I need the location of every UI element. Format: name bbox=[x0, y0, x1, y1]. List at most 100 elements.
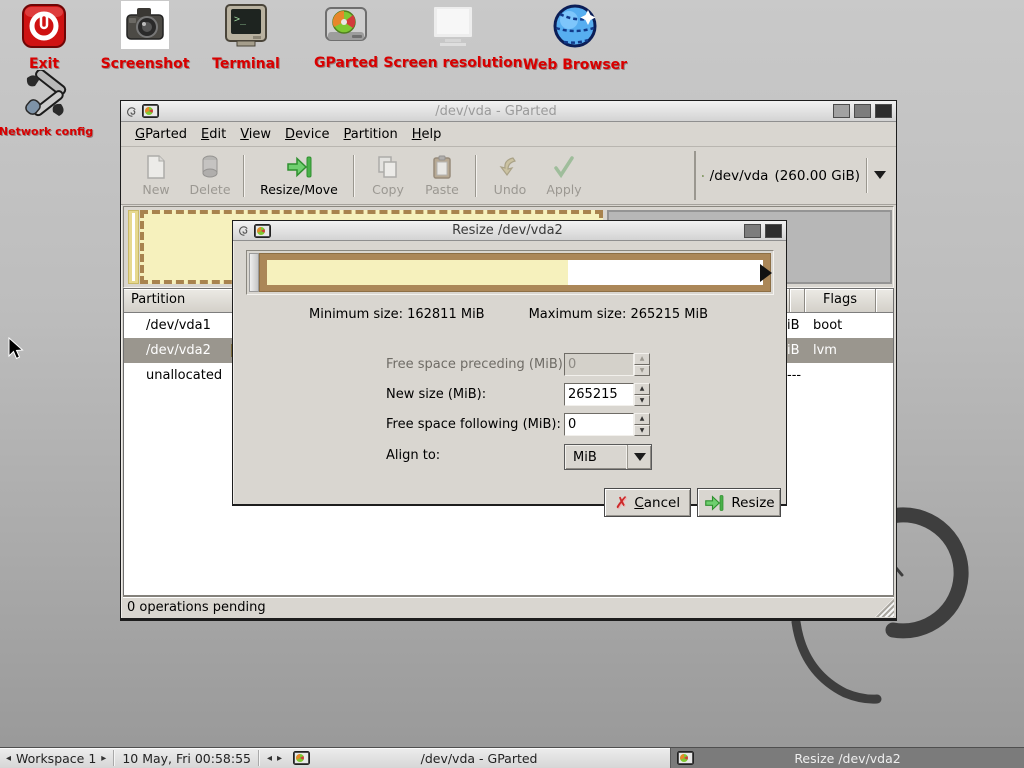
close-button[interactable] bbox=[875, 104, 892, 118]
menu-help[interactable]: Help bbox=[405, 124, 449, 145]
spin-up-icon[interactable]: ▲ bbox=[634, 413, 650, 425]
menu-gparted[interactable]: GParted bbox=[128, 124, 194, 145]
free-space-preceding-spinner: ▲ ▼ bbox=[564, 353, 650, 376]
resize-grip[interactable] bbox=[875, 598, 894, 617]
task-button-gparted[interactable]: /dev/vda - GParted bbox=[288, 748, 670, 768]
apply-button[interactable]: Apply bbox=[537, 150, 591, 202]
unused-cell-fragment: iB bbox=[787, 338, 800, 363]
maximize-button[interactable] bbox=[854, 104, 871, 118]
desktop-icon-label: Terminal bbox=[191, 56, 301, 72]
toolbar-label: Undo bbox=[494, 182, 527, 197]
spin-buttons: ▲ ▼ bbox=[634, 413, 650, 436]
desktop-icon-screen-resolution[interactable]: Screen resolution bbox=[383, 4, 523, 71]
field-row-new-size: New size (MiB): ▲ ▼ bbox=[233, 383, 786, 407]
device-disk-icon bbox=[702, 165, 704, 187]
desktop-icon-exit[interactable]: Exit bbox=[0, 3, 99, 72]
new-size-input[interactable] bbox=[564, 383, 634, 406]
device-selector[interactable]: /dev/vda (260.00 GiB) bbox=[694, 151, 892, 200]
debian-swirl-icon bbox=[237, 223, 250, 238]
exit-power-icon bbox=[21, 3, 67, 49]
dialog-body: Minimum size: 162811 MiB Maximum size: 2… bbox=[233, 241, 786, 504]
device-dropdown[interactable] bbox=[866, 158, 886, 192]
minimize-button[interactable] bbox=[833, 104, 850, 118]
column-divider[interactable] bbox=[875, 289, 876, 312]
undo-button[interactable]: Undo bbox=[483, 150, 537, 202]
globe-icon bbox=[550, 2, 600, 50]
toolbar-label: Resize/Move bbox=[260, 182, 338, 197]
desktop-icon-web-browser[interactable]: Web Browser bbox=[505, 2, 645, 73]
right-resize-handle-arrow-icon[interactable] bbox=[760, 264, 772, 282]
workspace-next-icon[interactable]: ▸ bbox=[101, 753, 106, 764]
resize-button[interactable]: Resize bbox=[697, 488, 781, 517]
menubar: GParted Edit View Device Partition Help bbox=[121, 122, 896, 147]
left-resize-handle[interactable] bbox=[249, 253, 259, 292]
toolbar-label: Paste bbox=[425, 182, 459, 197]
free-space-preceding-input bbox=[564, 353, 634, 376]
gparted-app-icon bbox=[142, 104, 159, 118]
dialog-close-button[interactable] bbox=[765, 224, 782, 238]
delete-icon bbox=[199, 154, 221, 180]
device-name: /dev/vda bbox=[710, 168, 769, 184]
toolbar-separator bbox=[475, 155, 477, 197]
camera-icon bbox=[121, 1, 169, 49]
cancel-button[interactable]: ✗ Cancel bbox=[604, 488, 691, 517]
svg-text:>_: >_ bbox=[234, 14, 247, 25]
new-button[interactable]: New bbox=[129, 150, 183, 202]
header-partition[interactable]: Partition bbox=[131, 292, 185, 307]
desktop-icon-terminal[interactable]: >_ Terminal bbox=[191, 3, 301, 72]
desktop-icon-network-config[interactable]: Network config bbox=[0, 70, 101, 138]
column-divider[interactable] bbox=[789, 289, 790, 312]
header-flags[interactable]: Flags bbox=[805, 292, 875, 307]
toolbar-separator bbox=[243, 155, 245, 197]
toolbar-label: Copy bbox=[372, 182, 404, 197]
task-button-resize-dialog-active[interactable]: Resize /dev/vda2 bbox=[670, 748, 1024, 768]
delete-button[interactable]: Delete bbox=[183, 150, 237, 202]
menu-view[interactable]: View bbox=[233, 124, 278, 145]
copy-icon bbox=[376, 154, 400, 180]
resize-slider-widget bbox=[246, 250, 774, 295]
gparted-titlebar[interactable]: /dev/vda - GParted bbox=[121, 101, 896, 122]
dialog-titlebar[interactable]: Resize /dev/vda2 bbox=[233, 221, 786, 241]
desktop: { "colors": { "desktop_top": "#c9c9c9", … bbox=[0, 0, 1024, 768]
spin-down-icon[interactable]: ▼ bbox=[634, 425, 650, 437]
gparted-app-icon bbox=[293, 751, 310, 765]
separator bbox=[866, 158, 868, 192]
unused-cell-fragment: --- bbox=[787, 363, 801, 388]
maximum-size-label: Maximum size: 265215 MiB bbox=[529, 307, 708, 322]
dialog-maximize-button[interactable] bbox=[744, 224, 761, 238]
tasks-next-icon[interactable]: ▸ bbox=[277, 753, 282, 764]
workspace-switcher[interactable]: ◂ Workspace 1 ▸ bbox=[0, 748, 112, 768]
paste-button[interactable]: Paste bbox=[415, 150, 469, 202]
desktop-icon-label: Web Browser bbox=[505, 57, 645, 73]
tasks-prev-icon[interactable]: ◂ bbox=[267, 753, 272, 764]
spin-buttons: ▲ ▼ bbox=[634, 353, 650, 376]
copy-button[interactable]: Copy bbox=[361, 150, 415, 202]
menu-partition[interactable]: Partition bbox=[337, 124, 405, 145]
menu-device[interactable]: Device bbox=[278, 124, 336, 145]
new-size-label: New size (MiB): bbox=[386, 387, 486, 402]
window-title: /dev/vda - GParted bbox=[163, 104, 829, 119]
desktop-icon-label: Screenshot bbox=[90, 56, 200, 72]
align-to-label: Align to: bbox=[386, 448, 440, 463]
free-space-following-input[interactable] bbox=[564, 413, 634, 436]
operations-pending-text: 0 operations pending bbox=[127, 600, 266, 615]
resize-arrow-icon bbox=[703, 494, 725, 512]
taskbar-separator bbox=[258, 750, 260, 766]
disk-visual-vda1[interactable] bbox=[128, 210, 139, 284]
resize-move-button[interactable]: Resize/Move bbox=[251, 150, 347, 202]
new-size-spinner: ▲ ▼ bbox=[564, 383, 650, 406]
desktop-icon-label: Network config bbox=[0, 125, 101, 138]
spin-down-icon[interactable]: ▼ bbox=[634, 395, 650, 407]
toolbar-label: New bbox=[142, 182, 169, 197]
tools-icon bbox=[21, 70, 71, 118]
align-to-dropdown[interactable]: MiB bbox=[564, 444, 652, 470]
desktop-icon-screenshot[interactable]: Screenshot bbox=[90, 1, 200, 72]
workspace-prev-icon[interactable]: ◂ bbox=[6, 753, 11, 764]
device-size: (260.00 GiB) bbox=[774, 168, 860, 184]
partition-name: unallocated bbox=[124, 368, 222, 383]
spin-up-icon[interactable]: ▲ bbox=[634, 383, 650, 395]
vda1-free-space bbox=[132, 213, 135, 281]
gparted-disk-icon bbox=[322, 4, 370, 48]
menu-edit[interactable]: Edit bbox=[194, 124, 233, 145]
gparted-app-icon bbox=[254, 224, 271, 238]
